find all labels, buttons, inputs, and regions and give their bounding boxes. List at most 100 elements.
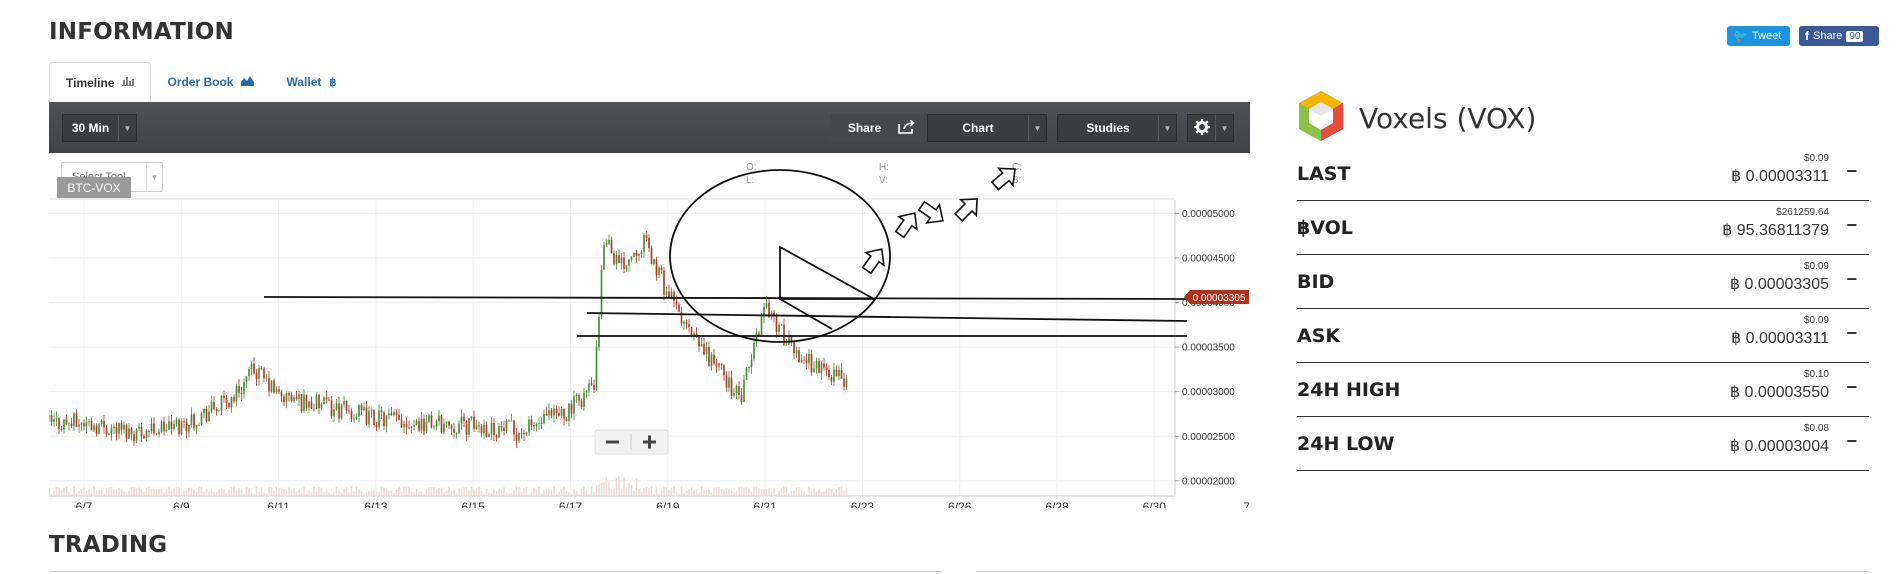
- chart-canvas[interactable]: 0.000050000.000045000.000040000.00003500…: [49, 153, 1250, 508]
- volume-bar: [168, 486, 170, 496]
- volume-bar: [543, 490, 545, 496]
- volume-bar: [235, 490, 238, 496]
- candle-body: [303, 394, 305, 411]
- volume-bar: [663, 486, 665, 496]
- bar-chart-icon: [122, 76, 135, 89]
- volume-bar: [610, 488, 613, 496]
- volume-bar: [595, 485, 598, 496]
- volume-bar: [128, 490, 130, 496]
- candle-body: [235, 385, 238, 402]
- volume-bar: [238, 488, 240, 496]
- interval-dropdown[interactable]: 30 Min ▼: [62, 114, 137, 142]
- volume-bar: [430, 487, 433, 496]
- candle-body: [125, 424, 128, 439]
- candle-body: [398, 414, 400, 420]
- candle-body: [460, 416, 463, 424]
- volume-bar: [650, 486, 653, 496]
- candle-body: [425, 421, 428, 432]
- volume-bar: [263, 492, 265, 496]
- chart-settings-button[interactable]: ▼: [1187, 114, 1234, 142]
- candle-body: [685, 321, 688, 325]
- candle-body: [835, 369, 838, 377]
- collapse-toggle-icon[interactable]: −: [1846, 323, 1857, 344]
- volume-bar: [550, 489, 553, 496]
- collapse-toggle-icon[interactable]: −: [1846, 377, 1857, 398]
- volume-bar: [113, 489, 115, 496]
- candle-body: [503, 427, 505, 431]
- tab-order-book-label: Order Book: [167, 75, 234, 89]
- volume-bar: [800, 489, 803, 496]
- candle-body: [505, 421, 508, 431]
- volume-bar: [728, 489, 730, 496]
- volume-bar: [735, 490, 738, 496]
- candle-body: [580, 400, 583, 407]
- candle-body: [158, 431, 160, 435]
- price-chart[interactable]: Select Tool ▼ O:L: H:V: C:B: 0.000050000…: [49, 153, 1250, 508]
- candle-body: [578, 395, 580, 401]
- volume-bar: [490, 492, 493, 496]
- volume-bar: [825, 489, 828, 496]
- candle-body: [513, 420, 515, 435]
- volume-bar: [750, 491, 753, 496]
- candle-body: [523, 433, 525, 435]
- tweet-button[interactable]: 🐦 Tweet: [1727, 26, 1790, 46]
- candle-body: [145, 431, 148, 438]
- volume-bar: [693, 490, 695, 496]
- candle-body: [455, 432, 458, 434]
- volume-bar: [158, 489, 160, 496]
- candle-body: [825, 367, 828, 370]
- volume-bar: [475, 488, 478, 496]
- volume-bar: [500, 489, 503, 496]
- volume-bar: [133, 486, 135, 496]
- candle-body: [310, 401, 313, 409]
- volume-bar: [788, 492, 790, 496]
- chart-type-dropdown[interactable]: Chart ▼: [927, 114, 1047, 142]
- candle-body: [85, 421, 88, 427]
- candle-body: [273, 380, 275, 393]
- volume-bar: [173, 488, 175, 496]
- collapse-toggle-icon[interactable]: −: [1846, 269, 1857, 290]
- volume-bar: [588, 493, 590, 496]
- candle-body: [140, 426, 143, 436]
- candle-body: [755, 333, 758, 343]
- volume-bar: [548, 488, 550, 496]
- stat-row-last: LAST $0.09 ฿ 0.00003311−: [1297, 147, 1869, 201]
- volume-bar: [793, 490, 795, 496]
- volume-bar: [218, 489, 220, 496]
- facebook-share-button[interactable]: f Share 90: [1799, 26, 1879, 46]
- volume-bar: [485, 488, 488, 496]
- candle-body: [335, 403, 338, 410]
- candle-body: [475, 425, 478, 430]
- candle-body: [308, 401, 310, 408]
- volume-bar: [65, 486, 68, 496]
- stat-usd-value: $0.10: [1803, 369, 1829, 380]
- share-chart-button[interactable]: Share: [830, 114, 927, 142]
- tab-wallet[interactable]: Wallet ฿: [270, 62, 352, 102]
- candle-body: [703, 343, 705, 355]
- volume-bar: [443, 492, 445, 496]
- collapse-toggle-icon[interactable]: −: [1846, 431, 1857, 452]
- volume-bar: [445, 490, 448, 496]
- candle-body: [350, 411, 353, 420]
- tab-order-book[interactable]: Order Book: [151, 62, 270, 102]
- collapse-toggle-icon[interactable]: −: [1846, 161, 1857, 182]
- volume-bar: [233, 486, 235, 496]
- volume-bar: [353, 491, 355, 496]
- tab-timeline[interactable]: Timeline: [49, 62, 152, 102]
- arrow-drawing-4: [953, 198, 978, 223]
- candle-body: [190, 414, 193, 426]
- candle-body: [363, 407, 365, 410]
- candle-body: [845, 378, 848, 387]
- candle-body: [375, 424, 378, 428]
- candle-body: [808, 353, 810, 363]
- x-tick-label: 6/13: [364, 500, 388, 508]
- volume-bar: [818, 489, 820, 496]
- volume-bar: [678, 493, 680, 496]
- chevron-down-icon: ▼: [1158, 115, 1176, 141]
- candle-body: [608, 239, 610, 244]
- interval-label: 30 Min: [71, 121, 110, 135]
- volume-bar: [438, 487, 440, 496]
- volume-bar: [265, 493, 268, 496]
- collapse-toggle-icon[interactable]: −: [1846, 215, 1857, 236]
- studies-dropdown[interactable]: Studies ▼: [1057, 114, 1177, 142]
